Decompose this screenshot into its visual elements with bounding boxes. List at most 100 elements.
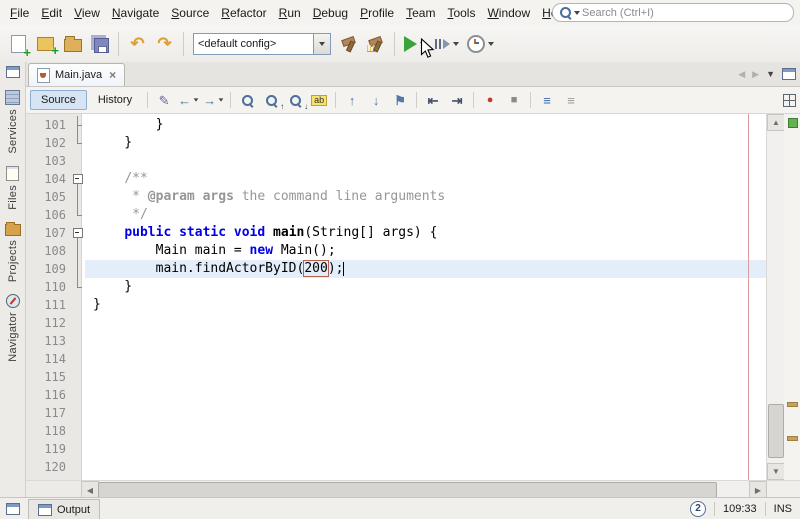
find-previous-occurrence-button[interactable]: ↑ <box>259 90 283 110</box>
build-project-button[interactable] <box>335 30 362 57</box>
code-line-102[interactable]: 102 } <box>26 134 767 152</box>
code-line-103[interactable]: 103 <box>26 152 767 170</box>
code-line-116[interactable]: 116 <box>26 386 767 404</box>
previous-bookmark-button[interactable]: ↑ <box>340 90 364 110</box>
code-line-108[interactable]: 108 Main main = new Main(); <box>26 242 767 260</box>
menu-window[interactable]: Window <box>481 4 536 22</box>
menu-debug[interactable]: Debug <box>307 4 354 22</box>
tab-main-java[interactable]: Main.java × <box>28 63 125 86</box>
scroll-up-icon[interactable]: ▲ <box>767 114 785 131</box>
files-icon <box>6 166 19 181</box>
scroll-tabs-right-icon[interactable]: ▶ <box>752 69 759 80</box>
new-file-button[interactable] <box>5 30 32 57</box>
error-stripe[interactable] <box>784 114 800 480</box>
window-group-icon[interactable] <box>6 66 20 78</box>
horizontal-scroll-thumb[interactable] <box>98 482 717 498</box>
services-icon <box>5 90 20 105</box>
last-edit-position-button[interactable]: ✎ <box>152 90 176 110</box>
sidebar-tab-services[interactable]: Services <box>5 90 21 154</box>
chevron-down-icon[interactable] <box>194 98 199 101</box>
stop-macro-recording-button[interactable]: ■ <box>502 90 526 110</box>
scroll-tabs-left-icon[interactable]: ◀ <box>738 69 745 80</box>
code-line-101[interactable]: 101 } <box>26 116 767 134</box>
error-stripe-mark[interactable] <box>787 402 798 407</box>
tab-close-icon[interactable]: × <box>109 68 116 82</box>
scroll-down-icon[interactable]: ▼ <box>767 463 785 480</box>
forward-button[interactable]: → <box>201 90 226 110</box>
code-line-113[interactable]: 113 <box>26 332 767 350</box>
code-line-112[interactable]: 112 <box>26 314 767 332</box>
config-dropdown-button[interactable] <box>313 34 330 54</box>
maximize-window-icon[interactable] <box>782 68 796 80</box>
code-line-104[interactable]: 104 /** <box>26 170 767 188</box>
next-bookmark-button[interactable]: ↓ <box>364 90 388 110</box>
vertical-scrollbar[interactable]: ▲ ▼ <box>766 114 784 480</box>
code-line-118[interactable]: 118 <box>26 422 767 440</box>
shift-line-left-button[interactable]: ⇤ <box>421 90 445 110</box>
menu-team[interactable]: Team <box>400 4 441 22</box>
find-next-occurrence-button[interactable]: ↓ <box>283 90 307 110</box>
sidebar-tab-navigator[interactable]: Navigator <box>5 294 21 362</box>
code-line-109[interactable]: 109 main.findActorByID(200); <box>26 260 767 278</box>
fold-margin[interactable] <box>70 224 85 242</box>
new-project-button[interactable] <box>32 30 59 57</box>
menu-tools[interactable]: Tools <box>441 4 481 22</box>
shift-line-right-button[interactable]: ⇥ <box>445 90 469 110</box>
output-window-tab[interactable]: Output <box>28 499 100 519</box>
profile-project-button[interactable] <box>463 35 498 53</box>
sidebar-tab-files[interactable]: Files <box>5 166 21 210</box>
undo-button[interactable]: ↶ <box>124 30 151 57</box>
restore-window-icon[interactable] <box>6 503 20 515</box>
main-toolbar: ↶ ↷ <default config> <box>0 25 800 63</box>
vertical-scroll-thumb[interactable] <box>768 404 784 458</box>
back-button[interactable]: ← <box>176 90 201 110</box>
toggle-highlight-search-button[interactable]: ab <box>307 90 331 110</box>
split-editor-icon[interactable] <box>783 94 796 107</box>
config-dropdown[interactable]: <default config> <box>193 33 331 55</box>
code-line-114[interactable]: 114 <box>26 350 767 368</box>
menu-edit[interactable]: Edit <box>35 4 68 22</box>
redo-button[interactable]: ↷ <box>151 30 178 57</box>
history-view-button[interactable]: History <box>87 90 143 110</box>
find-selection-button[interactable] <box>235 90 259 110</box>
code-line-106[interactable]: 106 */ <box>26 206 767 224</box>
tab-list-dropdown-icon[interactable]: ▼ <box>766 69 775 79</box>
code-line-110[interactable]: 110 } <box>26 278 767 296</box>
code-line-105[interactable]: 105 * @param args the command line argum… <box>26 188 767 206</box>
code-line-120[interactable]: 120 <box>26 458 767 476</box>
code-editor[interactable]: 101 }102 }103104 /**105 * @param args th… <box>26 114 800 480</box>
menu-run[interactable]: Run <box>273 4 307 22</box>
code-line-111[interactable]: 111} <box>26 296 767 314</box>
code-line-119[interactable]: 119 <box>26 440 767 458</box>
search-input[interactable] <box>580 6 787 20</box>
save-all-button[interactable] <box>86 30 113 57</box>
debug-dropdown-icon[interactable] <box>453 42 459 46</box>
quick-search[interactable] <box>552 3 794 22</box>
profile-dropdown-icon[interactable] <box>488 42 494 46</box>
code-line-107[interactable]: 107 public static void main(String[] arg… <box>26 224 767 242</box>
chevron-down-icon[interactable] <box>219 98 224 101</box>
menu-navigate[interactable]: Navigate <box>106 4 165 22</box>
horizontal-scrollbar[interactable]: ◀ ▶ <box>81 481 767 498</box>
collapse-fold-icon[interactable] <box>73 174 83 184</box>
code-line-115[interactable]: 115 <box>26 368 767 386</box>
notifications-badge[interactable]: 2 <box>690 501 706 517</box>
menu-profile[interactable]: Profile <box>354 4 400 22</box>
source-view-button[interactable]: Source <box>30 90 87 110</box>
collapse-fold-icon[interactable] <box>73 228 83 238</box>
sidebar-tab-projects[interactable]: Projects <box>5 221 21 282</box>
toggle-bookmark-button[interactable]: ⚑ <box>388 90 412 110</box>
config-dropdown-value: <default config> <box>194 38 313 50</box>
comment-button[interactable]: ≡ <box>535 90 559 110</box>
error-stripe-mark[interactable] <box>787 436 798 441</box>
open-project-button[interactable] <box>59 30 86 57</box>
start-macro-recording-button[interactable]: ● <box>478 90 502 110</box>
menu-source[interactable]: Source <box>165 4 215 22</box>
menu-file[interactable]: File <box>4 4 35 22</box>
uncomment-button[interactable]: ≡ <box>559 90 583 110</box>
code-line-117[interactable]: 117 <box>26 404 767 422</box>
clean-build-button[interactable] <box>362 30 389 57</box>
menu-view[interactable]: View <box>68 4 106 22</box>
fold-margin[interactable] <box>70 170 85 188</box>
menu-refactor[interactable]: Refactor <box>215 4 272 22</box>
